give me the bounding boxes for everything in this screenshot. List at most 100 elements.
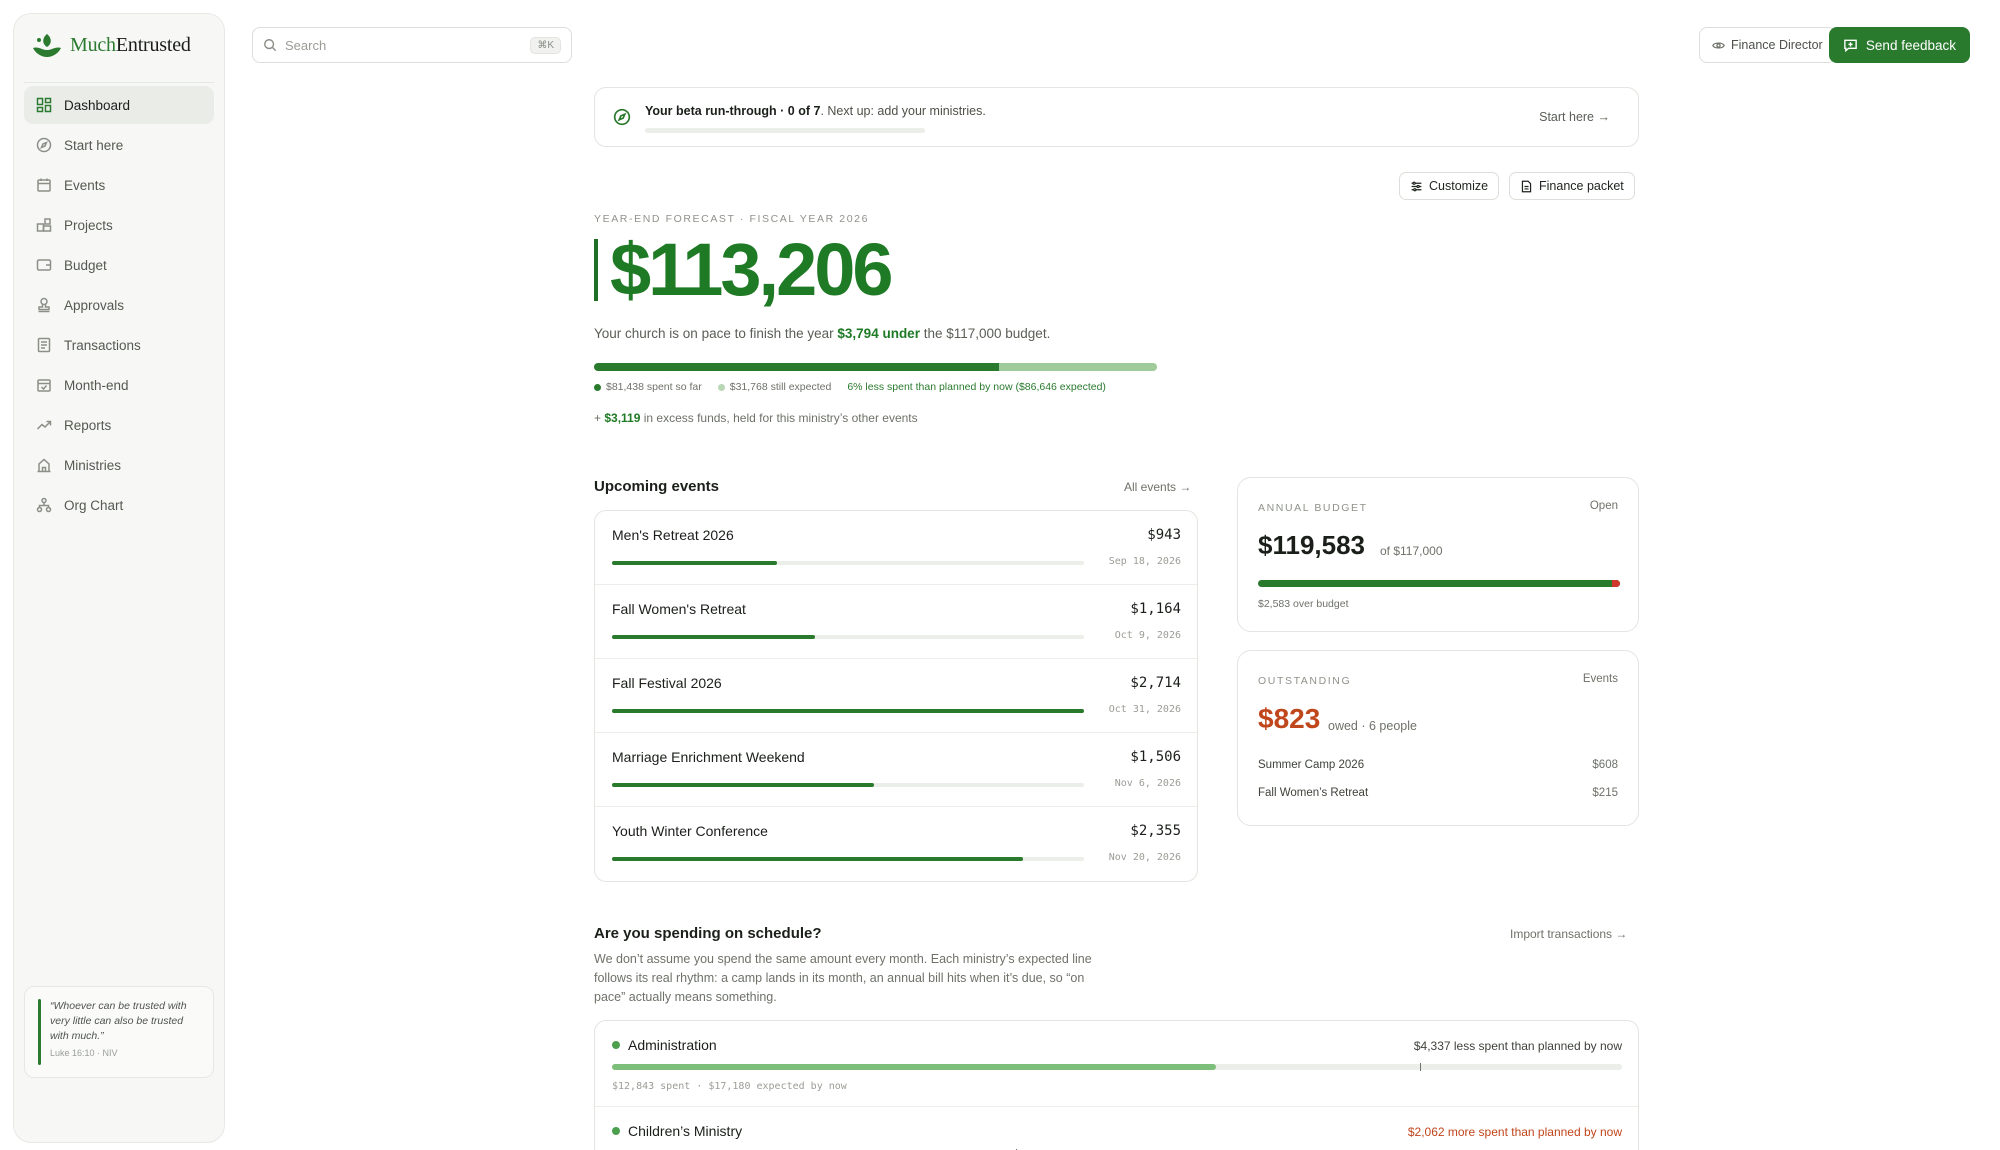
outstanding-card[interactable]: Outstanding Events $823 owed · 6 people … bbox=[1237, 650, 1639, 826]
event-date: Nov 20, 2026 bbox=[1108, 852, 1181, 863]
sidebar-item-dashboard[interactable]: Dashboard bbox=[24, 86, 214, 124]
feedback-label: Send feedback bbox=[1865, 37, 1956, 53]
event-name: Men's Retreat 2026 bbox=[612, 527, 734, 543]
sidebar-item-reports[interactable]: Reports bbox=[24, 406, 214, 444]
sidebar-item-label: Dashboard bbox=[64, 97, 131, 113]
import-transactions-link[interactable]: Import transactions → bbox=[1510, 927, 1627, 941]
search-icon bbox=[264, 39, 277, 52]
forecast-spent-segment bbox=[594, 363, 1000, 371]
spending-schedule-title: Are you spending on schedule? bbox=[594, 925, 822, 942]
event-progress-track bbox=[612, 709, 1084, 713]
sidebar-item-month-end[interactable]: Month-end bbox=[24, 366, 214, 404]
outstanding-eyebrow: Outstanding bbox=[1258, 675, 1352, 687]
event-row[interactable]: Fall Festival 2026 $2,714 Oct 31, 2026 bbox=[595, 659, 1197, 733]
event-amount: $943 bbox=[1147, 527, 1181, 543]
forecast-accent-bar bbox=[594, 239, 598, 301]
dashboard-icon bbox=[36, 97, 52, 113]
search-placeholder: Search bbox=[285, 37, 327, 53]
annual-budget-eyebrow: Annual budget bbox=[1258, 502, 1368, 514]
sidebar-item-approvals[interactable]: Approvals bbox=[24, 286, 214, 324]
sidebar-item-label: Org Chart bbox=[64, 497, 124, 513]
forecast-value: $113,206 bbox=[594, 230, 894, 310]
start-here-link[interactable]: Start here → bbox=[1539, 110, 1610, 124]
events-list: Men's Retreat 2026 $943 Sep 18, 2026 Fal… bbox=[594, 510, 1198, 882]
finance-packet-button[interactable]: Finance packet bbox=[1509, 172, 1635, 200]
upcoming-events-title: Upcoming events bbox=[594, 478, 720, 495]
outstanding-value: $823 bbox=[1258, 703, 1321, 734]
annual-budget-value: $119,583 bbox=[1258, 530, 1366, 560]
ministry-status: $4,337 less spent than planned by now bbox=[1413, 1039, 1622, 1053]
event-row[interactable]: Fall Women's Retreat $1,164 Oct 9, 2026 bbox=[595, 585, 1197, 659]
role-view-button[interactable]: Finance Director bbox=[1699, 27, 1836, 63]
send-feedback-button[interactable]: Send feedback bbox=[1828, 27, 1970, 63]
event-date: Oct 9, 2026 bbox=[1114, 630, 1181, 641]
customize-button[interactable]: Customize bbox=[1399, 172, 1500, 200]
event-amount: $1,164 bbox=[1130, 601, 1181, 617]
sidebar-item-transactions[interactable]: Transactions bbox=[24, 326, 214, 364]
beta-progress-banner: Your beta run-through · 0 of 7. Next up:… bbox=[594, 87, 1639, 147]
outstanding-event-amount: $608 bbox=[1592, 759, 1618, 771]
sidebar-item-projects[interactable]: Projects bbox=[24, 206, 214, 244]
sidebar-item-label: Projects bbox=[64, 217, 113, 233]
all-events-link[interactable]: All events → bbox=[1124, 480, 1191, 494]
outstanding-row[interactable]: Summer Camp 2026 $608 bbox=[1258, 759, 1618, 771]
sidebar-item-org-chart[interactable]: Org Chart bbox=[24, 486, 214, 524]
search-input[interactable]: Search ⌘K bbox=[252, 27, 572, 63]
ministry-progress-track bbox=[612, 1063, 1622, 1071]
annual-budget-status: Open bbox=[1589, 500, 1618, 512]
ministry-status: $2,062 more spent than planned by now bbox=[1407, 1125, 1622, 1139]
document-icon bbox=[1521, 180, 1532, 192]
outstanding-event-name: Summer Camp 2026 bbox=[1258, 759, 1365, 771]
customize-label: Customize bbox=[1429, 179, 1489, 193]
eye-icon bbox=[1712, 41, 1725, 49]
ministry-name: Children’s Ministry bbox=[612, 1123, 742, 1139]
event-row[interactable]: Men's Retreat 2026 $943 Sep 18, 2026 bbox=[595, 511, 1197, 585]
building-icon bbox=[37, 458, 51, 473]
outstanding-row[interactable]: Fall Women’s Retreat $215 bbox=[1258, 787, 1618, 799]
annual-budget-of: of $117,000 bbox=[1380, 544, 1443, 558]
ministry-spending-list: Administration $4,337 less spent than pl… bbox=[594, 1020, 1639, 1150]
scripture-quote: “Whoever can be trusted with very little… bbox=[24, 986, 214, 1078]
event-name: Fall Women's Retreat bbox=[612, 601, 746, 617]
logo-icon bbox=[33, 34, 61, 57]
sidebar-item-ministries[interactable]: Ministries bbox=[24, 446, 214, 484]
event-progress-track bbox=[612, 857, 1084, 861]
wallet-icon bbox=[36, 259, 52, 271]
quote-reference: Luke 16:10 · NIV bbox=[50, 1048, 118, 1058]
event-amount: $2,355 bbox=[1130, 823, 1181, 839]
sidebar-item-start-here[interactable]: Start here bbox=[24, 126, 214, 164]
calendar-icon bbox=[37, 178, 51, 192]
sidebar-item-label: Approvals bbox=[64, 297, 125, 313]
event-name: Youth Winter Conference bbox=[612, 823, 768, 839]
sidebar-item-label: Ministries bbox=[64, 457, 122, 473]
sidebar-item-label: Month-end bbox=[64, 377, 129, 393]
trend-icon bbox=[36, 420, 52, 430]
outstanding-event-amount: $215 bbox=[1592, 787, 1618, 799]
org-chart-icon bbox=[36, 497, 52, 513]
forecast-expected-segment bbox=[999, 363, 1157, 371]
annual-budget-note: $2,583 over budget bbox=[1258, 598, 1349, 610]
event-row[interactable]: Marriage Enrichment Weekend $1,506 Nov 6… bbox=[595, 733, 1197, 807]
annual-budget-bar bbox=[1258, 580, 1620, 587]
sidebar-item-events[interactable]: Events bbox=[24, 166, 214, 204]
event-date: Oct 31, 2026 bbox=[1108, 704, 1181, 715]
ministry-row[interactable]: Children’s Ministry $2,062 more spent th… bbox=[595, 1107, 1638, 1150]
event-progress-fill bbox=[612, 709, 1084, 713]
search-shortcut: ⌘K bbox=[530, 36, 561, 54]
ministry-row[interactable]: Administration $4,337 less spent than pl… bbox=[595, 1021, 1638, 1107]
role-label: Finance Director bbox=[1731, 38, 1823, 52]
logo[interactable]: MuchEntrusted bbox=[30, 30, 191, 60]
event-row[interactable]: Youth Winter Conference $2,355 Nov 20, 2… bbox=[595, 807, 1197, 881]
sidebar-item-budget[interactable]: Budget bbox=[24, 246, 214, 284]
event-date: Sep 18, 2026 bbox=[1108, 556, 1181, 567]
beta-text: Your beta run-through · 0 of 7. Next up:… bbox=[645, 104, 986, 118]
event-progress-fill bbox=[612, 635, 815, 639]
annual-budget-card[interactable]: Annual budget Open $119,583 of $117,000 … bbox=[1237, 477, 1639, 632]
event-progress-fill bbox=[612, 561, 778, 565]
event-amount: $2,714 bbox=[1130, 675, 1181, 691]
event-date: Nov 6, 2026 bbox=[1114, 778, 1181, 789]
forecast-eyebrow: Year-end forecast · Fiscal year 2026 bbox=[594, 213, 870, 225]
sidebar: MuchEntrusted Dashboard Start here Event… bbox=[13, 13, 225, 1143]
beta-progress-bar bbox=[645, 128, 925, 133]
sidebar-item-label: Start here bbox=[64, 137, 124, 153]
